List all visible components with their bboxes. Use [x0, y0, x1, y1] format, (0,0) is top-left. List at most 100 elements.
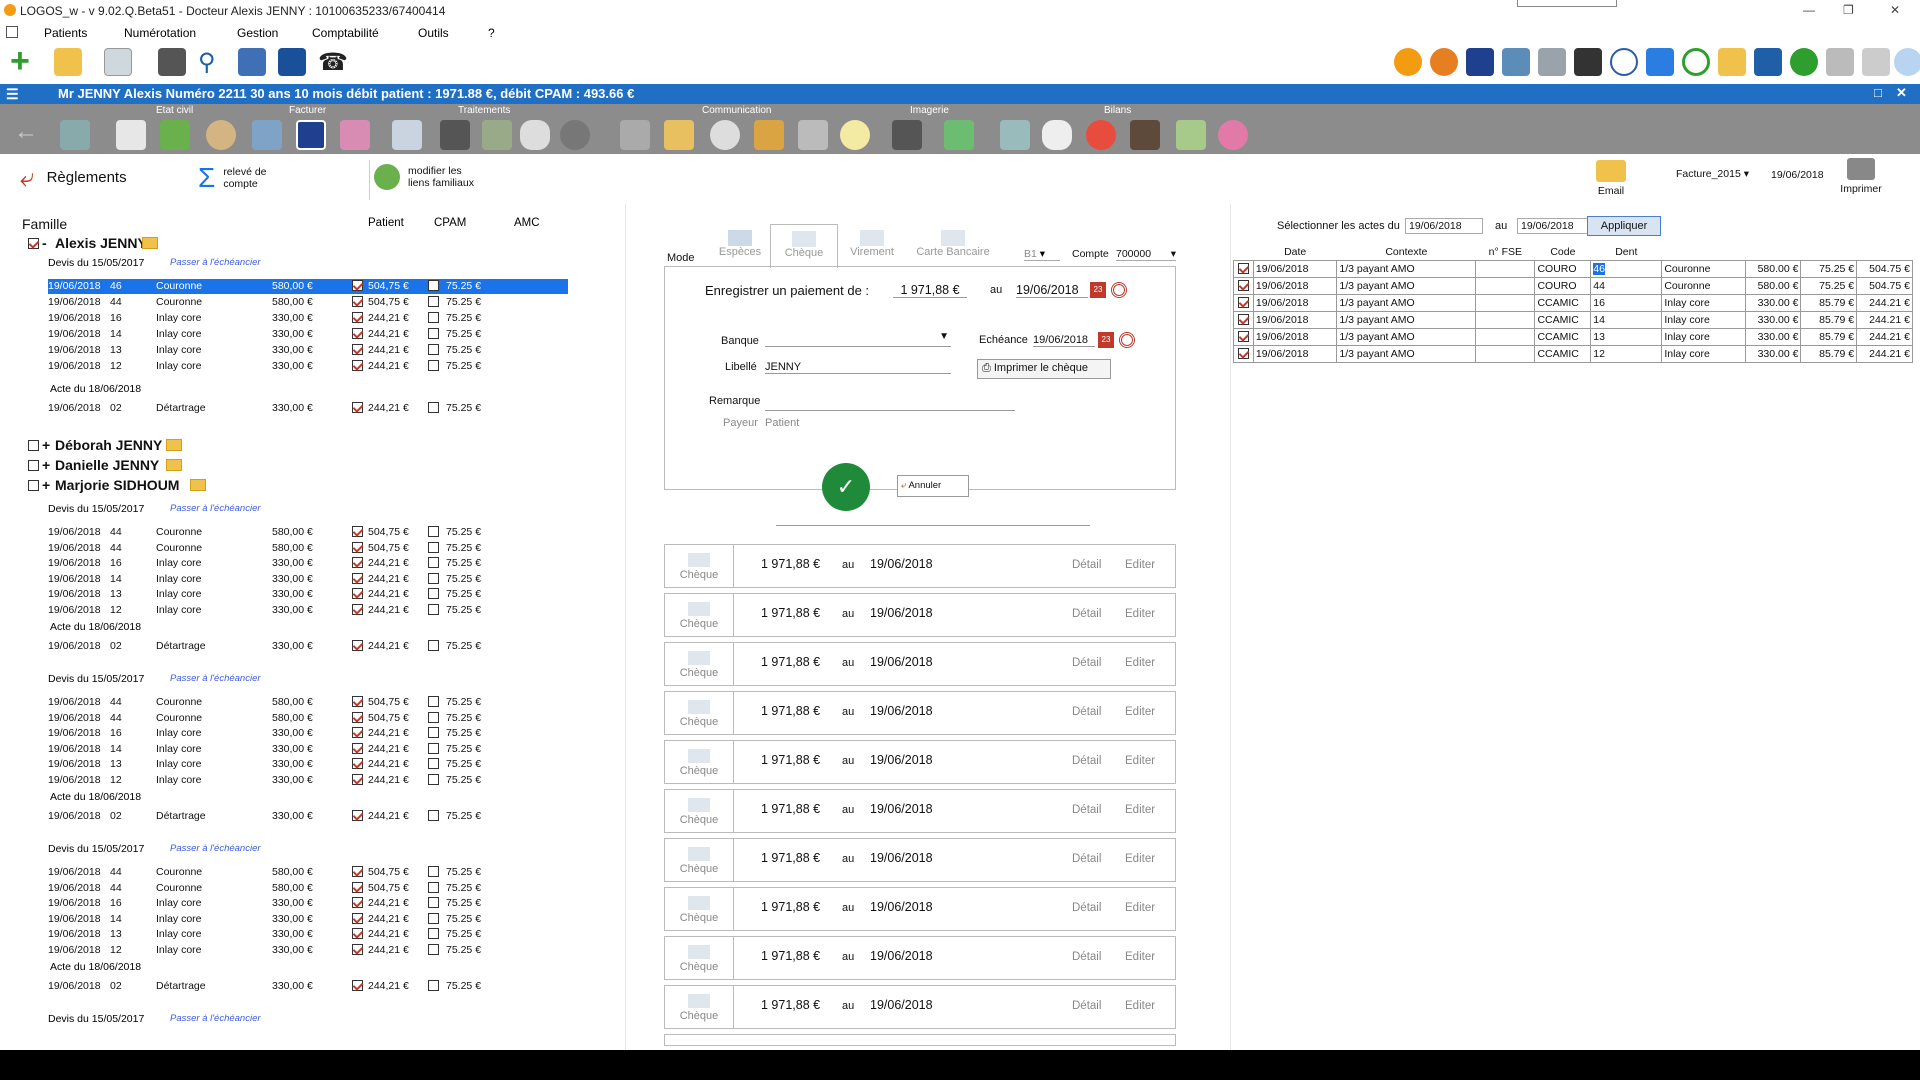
cpam-checkbox[interactable] — [428, 328, 439, 339]
member-expander[interactable]: + — [42, 457, 50, 473]
cpam-checkbox[interactable] — [428, 696, 439, 707]
col-fse[interactable]: n° FSE — [1476, 244, 1535, 260]
tooth-model-icon[interactable] — [520, 120, 550, 150]
photo-camera-icon[interactable] — [944, 120, 974, 150]
detail-link[interactable]: Détail — [1072, 559, 1101, 571]
act-row[interactable]: 19/06/2018 12 Inlay core 330,00 € 244,21 € 75… — [48, 603, 568, 618]
act-row[interactable]: 19/06/2018 12 Inlay core 330,00 € 244,21 € 75… — [48, 943, 568, 958]
cloud-icon[interactable] — [1894, 48, 1920, 76]
payment-amount[interactable]: 1 971,88 € — [893, 283, 967, 298]
speech-bubble-icon[interactable] — [840, 120, 870, 150]
headset-icon[interactable] — [1682, 48, 1710, 76]
menu-gestion[interactable]: Gestion — [237, 26, 278, 40]
folder-icon[interactable] — [142, 237, 158, 249]
cpam-checkbox[interactable] — [428, 360, 439, 371]
visa-icon[interactable] — [296, 120, 326, 150]
menu-patients[interactable]: Patients — [44, 26, 87, 40]
member-checkbox[interactable] — [28, 480, 39, 491]
cpam-checkbox[interactable] — [428, 758, 439, 770]
book-icon[interactable] — [238, 48, 266, 76]
col-dent[interactable]: Dent — [1591, 244, 1662, 260]
member-name[interactable]: Marjorie SIDHOUM — [55, 477, 179, 493]
act-row[interactable]: 19/06/2018 14 Inlay core 330,00 € 244,21 € 75… — [48, 327, 568, 342]
syringe-icon[interactable] — [392, 120, 422, 150]
patient-checkbox[interactable] — [352, 774, 363, 785]
cpam-checkbox[interactable] — [428, 727, 439, 739]
member-name[interactable]: Danielle JENNY — [55, 457, 159, 473]
act-row[interactable]: 19/06/2018 44 Couronne 580,00 € 504,75 € 75.2… — [48, 695, 568, 710]
folder-icon[interactable] — [190, 479, 206, 491]
patient-checkbox[interactable] — [352, 557, 363, 569]
echeancier-link[interactable]: Passer à l'échéancier — [170, 843, 261, 854]
target-icon[interactable] — [1111, 282, 1127, 298]
b1-select[interactable]: B1 ▾ — [1024, 248, 1060, 261]
tooth-icon-2[interactable] — [1042, 120, 1072, 150]
libelle-field[interactable]: JENNY — [765, 361, 951, 374]
timer-icon[interactable] — [1610, 48, 1638, 76]
email-button[interactable]: Email — [1592, 160, 1630, 197]
pipe-icon[interactable] — [1176, 120, 1206, 150]
patient-checkbox[interactable] — [352, 696, 363, 707]
payment-entry[interactable]: Chèque 1 971,88 € au 19/06/2018 Détail Editer — [664, 838, 1176, 882]
cpam-checkbox[interactable] — [428, 897, 439, 909]
appliquer-button[interactable]: Appliquer — [1587, 216, 1661, 236]
menu-help[interactable]: ? — [488, 26, 495, 40]
eraser-icon[interactable] — [340, 120, 370, 150]
act-row[interactable]: 19/06/2018 44 Couronne 580,00 € 504,75 € 75.2… — [48, 295, 568, 310]
close-patient-icon[interactable]: ✕ — [1896, 85, 1907, 101]
folder-icon[interactable] — [166, 459, 182, 471]
editer-link[interactable]: Editer — [1125, 853, 1155, 865]
validate-check-button[interactable]: ✓ — [822, 463, 870, 511]
facture-select[interactable]: Facture_2015 ▾ — [1676, 168, 1749, 180]
detail-link[interactable]: Détail — [1072, 1000, 1101, 1012]
dental-chair-icon[interactable] — [440, 120, 470, 150]
payment-entry[interactable]: Chèque 1 971,88 € au 19/06/2018 Détail Editer — [664, 985, 1176, 1029]
back-arrow-icon[interactable]: ← — [14, 118, 44, 148]
detail-link[interactable]: Détail — [1072, 951, 1101, 963]
window-menu-icon[interactable] — [6, 26, 18, 38]
notebook-icon[interactable] — [1754, 48, 1782, 76]
phone-icon[interactable]: ☎ — [318, 48, 348, 76]
cpam-checkbox[interactable] — [428, 296, 439, 307]
row-checkbox[interactable] — [1237, 314, 1249, 326]
family-icon[interactable] — [160, 120, 190, 150]
payment-entry[interactable]: Chèque 1 971,88 € au 19/06/2018 Détail Editer — [664, 789, 1176, 833]
act-row[interactable]: 19/06/2018 44 Couronne 580,00 € 504,75 € 75.2… — [48, 541, 568, 556]
cpam-checkbox[interactable] — [428, 944, 439, 955]
add-icon[interactable]: + — [10, 44, 38, 78]
row-checkbox[interactable] — [1237, 297, 1249, 309]
echeancier-link[interactable]: Passer à l'échéancier — [170, 503, 261, 514]
patient-checkbox[interactable] — [352, 912, 363, 924]
pen-icon[interactable] — [60, 120, 90, 150]
calendar-picker-icon[interactable]: 23 — [1090, 282, 1106, 298]
member-expander[interactable]: + — [42, 437, 50, 453]
act-row[interactable]: 19/06/2018 44 Couronne 580,00 € 504,75 € 75.2… — [48, 711, 568, 726]
patient-checkbox[interactable] — [352, 402, 363, 413]
cpam-checkbox[interactable] — [428, 541, 439, 553]
patient-checkbox[interactable] — [352, 588, 363, 600]
act-row[interactable]: 19/06/2018 44 Couronne 580,00 € 504,75 € 75.2… — [48, 865, 568, 880]
remarque-field[interactable] — [765, 395, 1015, 411]
payment-entry[interactable]: Chèque 1 971,88 € au 19/06/2018 Détail Editer — [664, 887, 1176, 931]
hamburger-icon[interactable]: ☰ — [6, 86, 19, 103]
calculator-icon[interactable] — [1538, 48, 1566, 76]
reglements-button[interactable]: ⤶ Règlements — [20, 164, 127, 190]
patient-checkbox[interactable] — [352, 944, 363, 955]
annuler-button[interactable]: ⤶ Annuler — [897, 475, 969, 497]
member-name[interactable]: Alexis JENNY — [55, 235, 147, 251]
patient-checkbox[interactable] — [352, 328, 363, 339]
keyboard-icon[interactable] — [158, 48, 186, 76]
acts-table-row[interactable]: 19/06/2018 1/3 payant AMO CCAMIC 14 Inlay co… — [1233, 310, 1913, 329]
act-row[interactable]: 19/06/2018 02 Détartrage 330,00 € 244,21 € 75… — [48, 639, 568, 654]
act-row[interactable]: 19/06/2018 44 Couronne 580,00 € 504,75 € 75.2… — [48, 525, 568, 540]
payment-entry[interactable]: Chèque 1 971,88 € au 19/06/2018 Détail Editer — [664, 593, 1176, 637]
tab-cheque[interactable]: Chèque — [770, 224, 838, 268]
menu-outils[interactable]: Outils — [418, 26, 449, 40]
echeance-calendar-icon[interactable]: 23 — [1098, 332, 1114, 348]
patient-checkbox[interactable] — [352, 980, 363, 991]
patient-checkbox[interactable] — [352, 604, 363, 615]
payment-entry[interactable]: Chèque 1 971,88 € au 19/06/2018 Détail Editer — [664, 740, 1176, 784]
bell-icon[interactable] — [710, 120, 740, 150]
cpam-checkbox[interactable] — [428, 557, 439, 569]
cpam-checkbox[interactable] — [428, 928, 439, 940]
